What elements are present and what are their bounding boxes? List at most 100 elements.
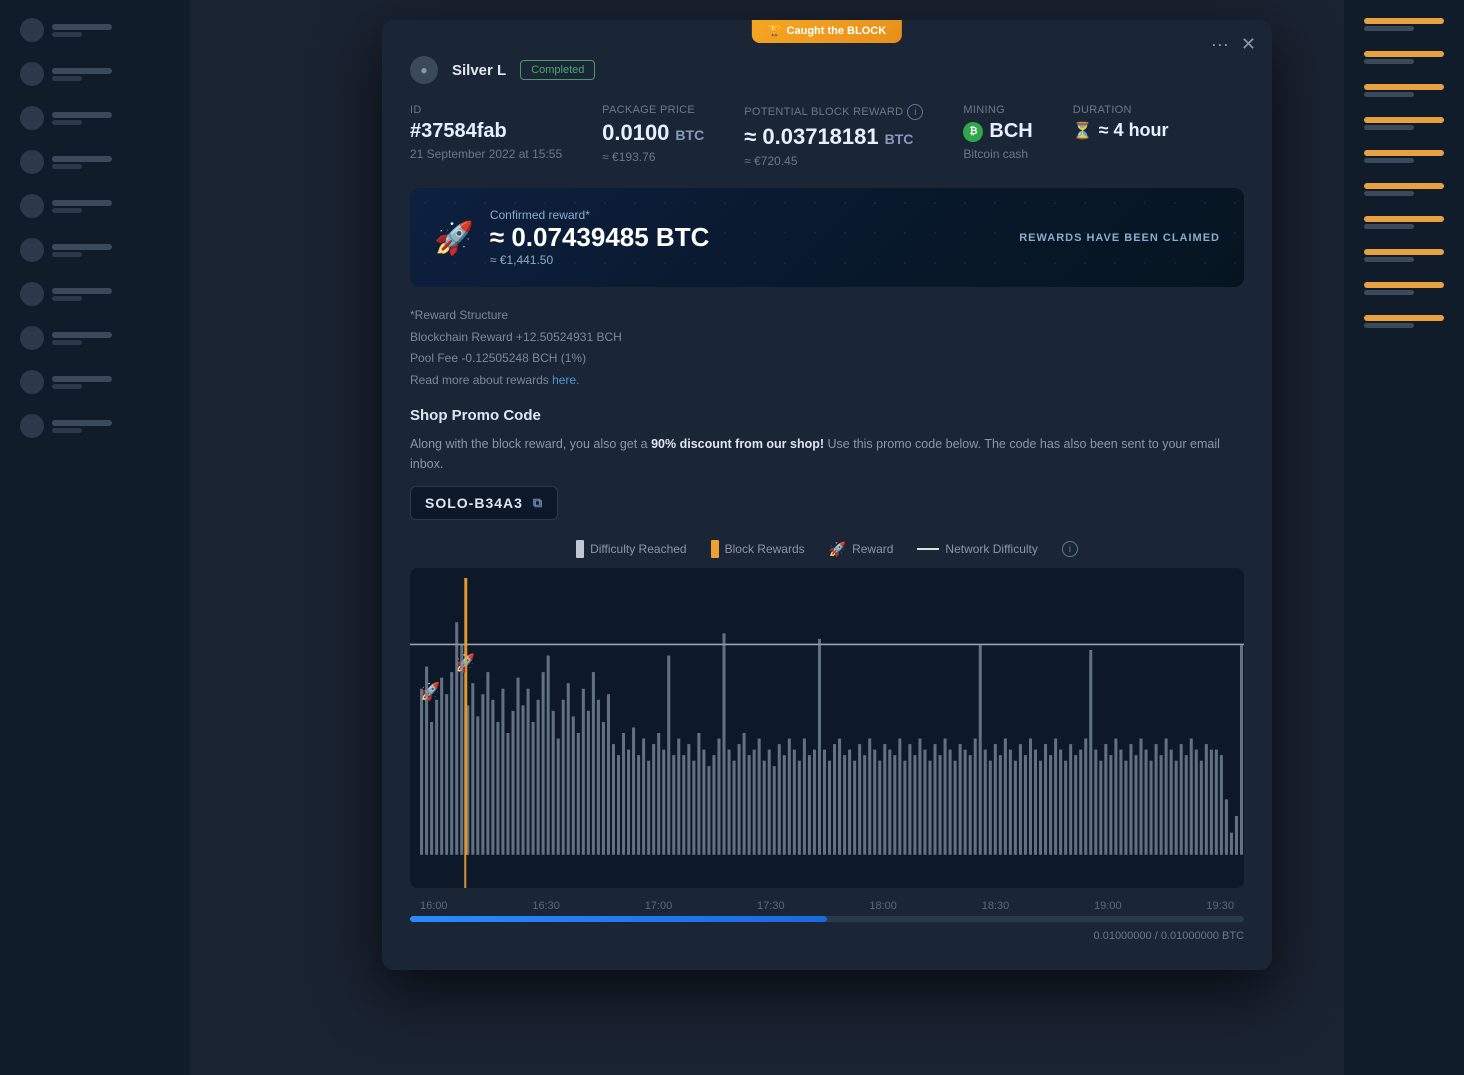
close-button[interactable]: ✕ [1241, 34, 1256, 55]
package-sub: ≈ €193.76 [602, 150, 704, 164]
reward-label: Potential Block Reward [744, 106, 903, 118]
modal-overlay: 🏆 Caught the BLOCK ··· ✕ ● Silver L Comp… [382, 20, 1272, 970]
right-item-1 [1354, 10, 1454, 39]
hourglass-icon: ⏳ [1073, 121, 1093, 141]
avatar [20, 238, 44, 262]
reward-unit: BTC [885, 131, 914, 147]
rocket-icon: 🚀 [434, 219, 474, 257]
chart-info-icon[interactable]: i [1062, 541, 1078, 557]
right-item-5 [1354, 142, 1454, 171]
info-grid: ID #37584fab 21 September 2022 at 15:55 … [410, 104, 1244, 168]
sidebar-item-2[interactable] [10, 54, 180, 94]
sidebar-item-3[interactable] [10, 98, 180, 138]
progress-text: 0.01000000 / 0.01000000 BTC [1094, 930, 1244, 942]
difficulty-reached-indicator [576, 540, 584, 558]
legend-block-rewards-label: Block Rewards [725, 542, 805, 556]
duration-label: Duration [1073, 104, 1169, 116]
confirmed-value: ≈ 0.07439485 BTC [490, 222, 710, 253]
id-date: 21 September 2022 at 15:55 [410, 147, 562, 161]
sidebar-text [52, 112, 112, 125]
network-difficulty-line [917, 548, 939, 550]
reward-value: ≈ 0.03718181 [744, 124, 878, 150]
legend-reward-label: Reward [852, 542, 893, 556]
time-label-4: 18:00 [869, 900, 897, 912]
sidebar-item-8[interactable] [10, 318, 180, 358]
right-item-7 [1354, 208, 1454, 237]
sidebar-text [52, 288, 112, 301]
time-label-3: 17:30 [757, 900, 785, 912]
avatar [20, 326, 44, 350]
avatar [20, 62, 44, 86]
progress-info: 0.01000000 / 0.01000000 BTC [410, 930, 1244, 950]
badge-icon: 🏆 [768, 24, 782, 37]
caught-block-badge: 🏆 Caught the BLOCK [752, 20, 902, 43]
block-rewards-indicator [711, 540, 719, 558]
promo-title: Shop Promo Code [410, 407, 1244, 424]
more-options-button[interactable]: ··· [1211, 34, 1229, 55]
sidebar-item-4[interactable] [10, 142, 180, 182]
avatar [20, 106, 44, 130]
progress-bar-fill [410, 916, 827, 922]
right-item-10 [1354, 307, 1454, 336]
legend-difficulty-reached: Difficulty Reached [576, 540, 687, 558]
promo-highlight: 90% discount from our shop! [651, 437, 824, 451]
legend-network-difficulty: Network Difficulty [917, 542, 1037, 556]
sidebar-item-1[interactable] [10, 10, 180, 50]
progress-bar-container [410, 916, 1244, 922]
right-item-8 [1354, 241, 1454, 270]
bch-icon: ₿ [963, 122, 983, 142]
sidebar-item-10[interactable] [10, 406, 180, 446]
sidebar-text [52, 200, 112, 213]
avatar [20, 282, 44, 306]
package-value: 0.0100 [602, 120, 669, 146]
modal-dialog: 🏆 Caught the BLOCK ··· ✕ ● Silver L Comp… [382, 20, 1272, 970]
duration-value: ≈ 4 hour [1099, 120, 1169, 141]
reward-text-block: Confirmed reward* ≈ 0.07439485 BTC ≈ €1,… [490, 208, 710, 267]
avatar [20, 370, 44, 394]
avatar [20, 194, 44, 218]
time-label-7: 19:30 [1206, 900, 1234, 912]
sidebar-item-5[interactable] [10, 186, 180, 226]
chart-legend: Difficulty Reached Block Rewards 🚀 Rewar… [410, 540, 1244, 558]
modal-top-row: ● Silver L Completed [410, 44, 1244, 84]
claimed-badge: REWARDS HAVE BEEN CLAIMED [1019, 232, 1220, 244]
chart-container: 🚀 🚀 [410, 568, 1244, 888]
promo-code-box[interactable]: SOLO-B34A3 ⧉ [410, 486, 558, 520]
sidebar-text [52, 376, 112, 389]
reward-info-icon[interactable]: i [907, 104, 923, 120]
time-label-0: 16:00 [420, 900, 448, 912]
promo-desc: Along with the block reward, you also ge… [410, 434, 1244, 474]
sidebar-item-6[interactable] [10, 230, 180, 270]
promo-code-text: SOLO-B34A3 [425, 495, 523, 511]
legend-difficulty-reached-label: Difficulty Reached [590, 542, 687, 556]
sidebar-text [52, 68, 112, 81]
sidebar-item-9[interactable] [10, 362, 180, 402]
id-value: #37584fab [410, 120, 562, 143]
sidebar-text [52, 24, 112, 37]
status-badge: Completed [520, 60, 595, 80]
sidebar-text [52, 244, 112, 257]
mining-label: Mining [963, 104, 1032, 116]
info-block-reward: Potential Block Reward i ≈ 0.03718181 BT… [744, 104, 923, 168]
promo-section: Shop Promo Code Along with the block rew… [410, 407, 1244, 520]
avatar [20, 150, 44, 174]
read-more-text: Read more about rewards here. [410, 370, 1244, 392]
sidebar-item-7[interactable] [10, 274, 180, 314]
reward-structure-title: *Reward Structure [410, 305, 1244, 327]
info-block-package: Package Price 0.0100 BTC ≈ €193.76 [602, 104, 704, 168]
package-label: Package Price [602, 104, 704, 116]
user-name: Silver L [452, 62, 506, 79]
right-item-4 [1354, 109, 1454, 138]
right-item-6 [1354, 175, 1454, 204]
reward-sub: ≈ €720.45 [744, 154, 923, 168]
modal-actions: ··· ✕ [1211, 34, 1256, 55]
read-more-link[interactable]: here [552, 373, 576, 387]
reward-structure-line2: Pool Fee -0.12505248 BCH (1%) [410, 348, 1244, 370]
reward-structure-line1: Blockchain Reward +12.50524931 BCH [410, 327, 1244, 349]
modal-body: ● Silver L Completed ID #37584fab 21 Sep… [382, 20, 1272, 970]
badge-text: Caught the BLOCK [787, 25, 887, 37]
confirmed-sub: ≈ €1,441.50 [490, 253, 710, 267]
info-block-duration: Duration ⏳ ≈ 4 hour [1073, 104, 1169, 168]
copy-icon: ⧉ [533, 495, 543, 511]
right-item-9 [1354, 274, 1454, 303]
